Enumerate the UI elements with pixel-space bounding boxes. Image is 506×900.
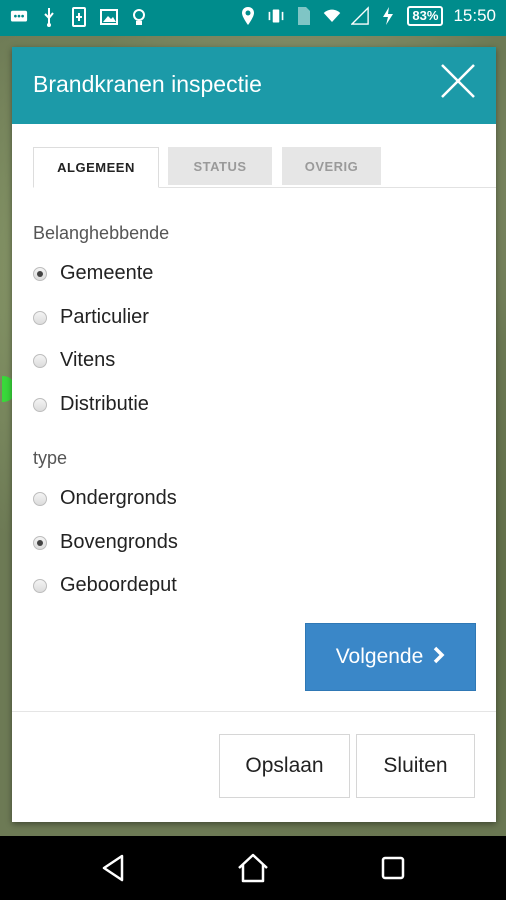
close-button[interactable] — [438, 61, 478, 101]
wifi-icon — [323, 6, 341, 26]
radio-bovengronds[interactable]: Bovengronds — [33, 531, 178, 554]
inspection-dialog: Brandkranen inspectie ALGEMEEN STATUS OV… — [12, 47, 496, 822]
tab-bar: ALGEMEEN STATUS OVERIG — [33, 147, 496, 188]
recents-button[interactable] — [373, 850, 413, 886]
save-button[interactable]: Opslaan — [219, 734, 350, 798]
sd-card-icon — [70, 7, 88, 27]
location-icon — [239, 6, 257, 26]
charging-icon — [379, 6, 397, 26]
radio-button[interactable] — [33, 353, 47, 368]
recents-icon — [381, 856, 405, 880]
lightbulb-icon — [130, 7, 148, 27]
next-button[interactable]: Volgende — [305, 623, 476, 691]
system-icons: 83% 15:50 — [239, 6, 496, 26]
radio-button-checked[interactable] — [33, 535, 47, 550]
close-icon — [441, 64, 475, 98]
tab-status[interactable]: STATUS — [168, 147, 272, 185]
radio-label: Particulier — [60, 306, 149, 328]
dialog-header: Brandkranen inspectie — [12, 47, 496, 124]
radio-label: Distributie — [60, 393, 149, 415]
close-dialog-button[interactable]: Sluiten — [356, 734, 475, 798]
dialog-title: Brandkranen inspectie — [33, 71, 262, 97]
type-label: type — [33, 448, 68, 468]
tab-algemeen[interactable]: ALGEMEEN — [33, 147, 159, 188]
footer-divider — [12, 711, 496, 712]
status-bar: 83% 15:50 — [0, 0, 506, 36]
home-button[interactable] — [233, 850, 273, 886]
image-icon — [100, 7, 118, 27]
next-button-label: Volgende — [335, 645, 424, 668]
radio-label: Vitens — [60, 349, 116, 371]
radio-gemeente[interactable]: Gemeente — [33, 262, 153, 285]
message-icon — [10, 7, 28, 27]
chevron-right-icon — [433, 644, 445, 670]
radio-button[interactable] — [33, 310, 47, 325]
radio-button[interactable] — [33, 578, 47, 593]
radio-particulier[interactable]: Particulier — [33, 306, 149, 329]
radio-label: Geboordeput — [60, 574, 177, 596]
battery-level: 83% — [407, 6, 444, 26]
sim-icon — [295, 6, 313, 26]
back-icon — [102, 854, 124, 882]
radio-ondergronds[interactable]: Ondergronds — [33, 487, 177, 510]
radio-geboordeput[interactable]: Geboordeput — [33, 574, 177, 597]
notification-icons — [10, 7, 148, 27]
navigation-bar — [0, 836, 506, 900]
radio-label: Ondergronds — [60, 487, 177, 509]
signal-icon — [351, 6, 370, 26]
radio-button-checked[interactable] — [33, 266, 47, 281]
tab-overig[interactable]: OVERIG — [282, 147, 381, 185]
radio-button[interactable] — [33, 397, 47, 412]
radio-label: Bovengronds — [60, 531, 178, 553]
radio-button[interactable] — [33, 491, 47, 506]
vibrate-icon — [267, 6, 285, 26]
home-icon — [238, 853, 268, 883]
radio-label: Gemeente — [60, 262, 154, 284]
usb-icon — [40, 7, 58, 27]
back-button[interactable] — [94, 850, 134, 886]
radio-distributie[interactable]: Distributie — [33, 393, 149, 416]
radio-vitens[interactable]: Vitens — [33, 349, 115, 372]
belanghebbende-label: Belanghebbende — [33, 223, 170, 243]
clock: 15:50 — [453, 6, 496, 25]
